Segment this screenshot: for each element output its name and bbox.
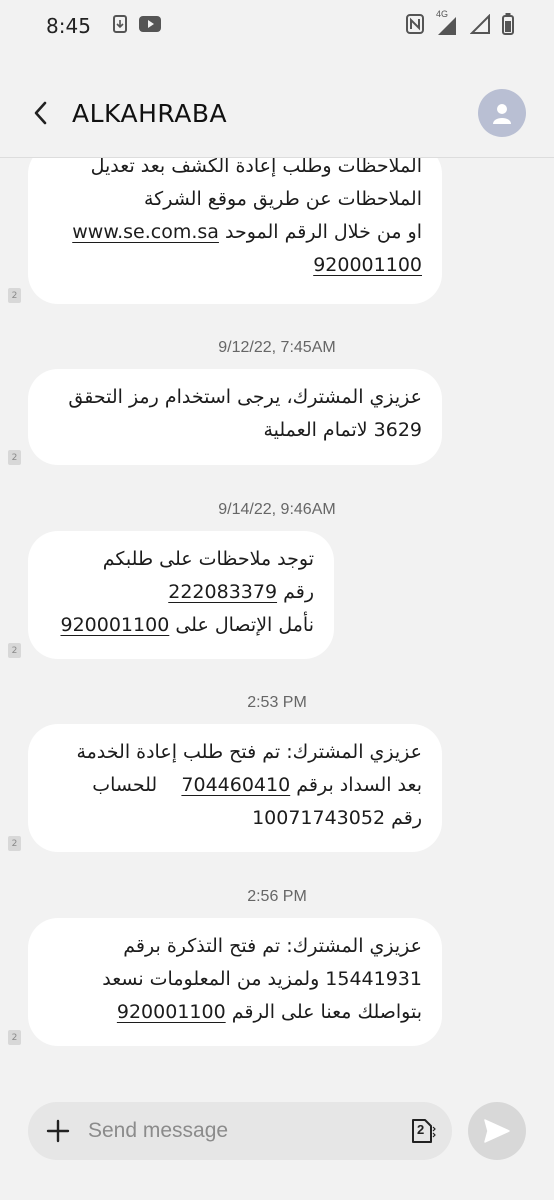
sim-number: 2 (417, 1122, 425, 1137)
message-input[interactable] (88, 1119, 408, 1143)
network-type-label: 4G (436, 9, 449, 19)
message-text: او من خلال الرقم الموحد (224, 221, 422, 243)
message-bubble[interactable]: الملاحظات وطلب إعادة الكشف بعد تعديل الم… (28, 158, 442, 304)
number-link[interactable]: 222083379 (168, 581, 277, 603)
message-line: رقم 222083379 (48, 576, 314, 609)
message-timestamp: 9/12/22, 7:45AM (218, 339, 336, 356)
battery-icon (502, 13, 514, 39)
message-timestamp: 2:56 PM (247, 888, 307, 905)
status-time: 8:45 (46, 14, 91, 38)
message-text: رقم (283, 581, 314, 603)
message-line: 3629 لاتمام العملية (263, 419, 422, 441)
message-line: عزيزي المشترك، يرجى استخدام رمز التحقق (68, 386, 422, 408)
sim-indicator: 2 (8, 450, 21, 465)
message-text: نأمل الإتصال على (175, 614, 314, 636)
message-bubble[interactable]: عزيزي المشترك: تم فتح طلب إعادة الخدمة ب… (28, 724, 442, 852)
message-composer: 2 (28, 1102, 452, 1160)
message-line: 15441931 ولمزيد من المعلومات نسعد (102, 968, 422, 990)
message-line: رقم 10071743052 (252, 807, 422, 829)
send-icon (484, 1119, 510, 1143)
sim-indicator: 2 (8, 643, 21, 658)
plus-icon (46, 1119, 70, 1143)
sim-indicator: 2 (8, 1030, 21, 1045)
message-line: نأمل الإتصال على 920001100 (48, 609, 314, 642)
sim-select-button[interactable]: 2 (408, 1116, 438, 1146)
message-timestamp: 9/14/22, 9:46AM (218, 501, 336, 518)
message-line: عزيزي المشترك: تم فتح طلب إعادة الخدمة (76, 741, 422, 763)
contact-name: ALKAHRABA (72, 98, 228, 128)
status-bar: 8:45 4G (0, 0, 554, 52)
message-line: عزيزي المشترك: تم فتح التذكرة برقم (123, 935, 422, 957)
signal-4g-icon: 4G (436, 9, 458, 37)
phone-link[interactable]: 920001100 (60, 614, 169, 636)
message-line: بعد السداد برقم 704460410 للحساب (48, 769, 422, 802)
message-text: للحساب (92, 774, 158, 796)
signal-icon (469, 13, 490, 38)
sim-indicator: 2 (8, 836, 21, 851)
status-icons: 4G (406, 9, 514, 39)
website-link[interactable]: www.se.com.sa (72, 221, 219, 243)
message-thread[interactable]: الملاحظات وطلب إعادة الكشف بعد تعديل الم… (0, 158, 554, 1078)
message-text: بعد السداد برقم (296, 774, 422, 796)
number-link[interactable]: 704460410 (181, 774, 290, 796)
message-line: او من خلال الرقم الموحد www.se.com.sa (48, 216, 422, 249)
conversation-header: ALKAHRABA (0, 70, 554, 156)
chevron-left-icon (34, 101, 47, 125)
person-icon (493, 104, 511, 124)
avatar[interactable] (478, 89, 526, 137)
send-button[interactable] (468, 1102, 526, 1160)
attach-button[interactable] (44, 1117, 72, 1145)
phone-link[interactable]: 920001100 (117, 1001, 226, 1023)
message-line: 920001100 (48, 249, 422, 282)
message-bubble[interactable]: عزيزي المشترك: تم فتح التذكرة برقم 15441… (28, 918, 442, 1046)
message-line: توجد ملاحظات على طلبكم (102, 548, 314, 570)
youtube-icon (138, 16, 161, 36)
message-line: الملاحظات وطلب إعادة الكشف بعد تعديل (90, 158, 422, 177)
message-timestamp: 2:53 PM (247, 694, 307, 711)
message-bubble[interactable]: توجد ملاحظات على طلبكم رقم 222083379 نأم… (28, 531, 334, 659)
back-button[interactable] (28, 98, 52, 128)
phone-link[interactable]: 920001100 (313, 254, 422, 276)
download-icon (112, 15, 127, 37)
message-text: بتواصلك معنا على الرقم (231, 1001, 422, 1023)
nfc-icon (406, 14, 424, 38)
message-line: الملاحظات عن طريق موقع الشركة (143, 188, 422, 210)
message-line: بتواصلك معنا على الرقم 920001100 (48, 996, 422, 1029)
sim-indicator: 2 (8, 288, 21, 303)
message-bubble[interactable]: عزيزي المشترك، يرجى استخدام رمز التحقق 3… (28, 369, 442, 465)
